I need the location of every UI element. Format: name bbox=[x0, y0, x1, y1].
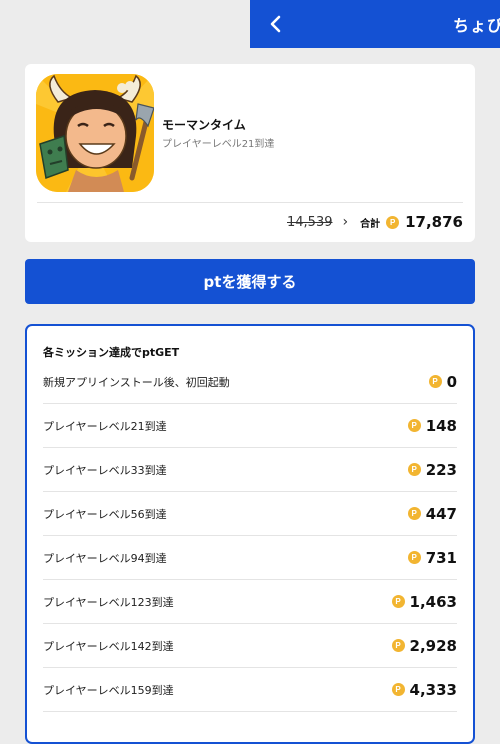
mission-points: P 223 bbox=[407, 460, 457, 479]
points-value: 0 bbox=[446, 372, 457, 391]
missions-panel: 各ミッション達成でptGET 新規アプリインストール後、初回起動 P 0 プレイ… bbox=[25, 324, 475, 744]
mission-label: プレイヤーレベル56到達 bbox=[43, 507, 167, 521]
mission-points: P 2,928 bbox=[391, 636, 457, 655]
coin-icon: P bbox=[407, 507, 421, 520]
mission-points: P 4,333 bbox=[391, 680, 457, 699]
mission-row: プレイヤーレベル159到達 P 4,333 bbox=[43, 668, 457, 712]
coin-icon: P bbox=[428, 375, 442, 388]
mission-row: プレイヤーレベル94到達 P 731 bbox=[43, 536, 457, 580]
missions-title: 各ミッション達成でptGET bbox=[43, 346, 180, 359]
arrow-right-icon: › bbox=[342, 214, 349, 230]
coin-icon: P bbox=[407, 551, 421, 564]
mission-row: プレイヤーレベル56到達 P 447 bbox=[43, 492, 457, 536]
total-points: 17,876 bbox=[405, 213, 463, 231]
mission-row: プレイヤーレベル33到達 P 223 bbox=[43, 448, 457, 492]
mission-label: プレイヤーレベル94到達 bbox=[43, 551, 167, 565]
total-label: 合計 bbox=[360, 218, 381, 230]
mission-label: 新規アプリインストール後、初回起動 bbox=[43, 375, 230, 389]
mission-points: P 731 bbox=[407, 548, 457, 567]
mission-label: プレイヤーレベル159到達 bbox=[43, 683, 174, 697]
app-icon[interactable] bbox=[36, 74, 154, 192]
coin-icon: P bbox=[407, 463, 421, 476]
app-card: モーマンタイム プレイヤーレベル21到達 14,539 › 合計 P 17,87… bbox=[25, 64, 475, 242]
get-points-button[interactable]: ptを獲得する bbox=[25, 259, 475, 304]
mission-row: プレイヤーレベル21到達 P 148 bbox=[43, 404, 457, 448]
divider bbox=[37, 202, 463, 203]
app-character-icon bbox=[36, 74, 154, 192]
points-value: 148 bbox=[425, 416, 457, 435]
mission-row: 新規アプリインストール後、初回起動 P 0 bbox=[43, 360, 457, 404]
mission-points: P 1,463 bbox=[391, 592, 457, 611]
mission-row: プレイヤーレベル142到達 P 2,928 bbox=[43, 624, 457, 668]
mission-label: プレイヤーレベル21到達 bbox=[43, 419, 167, 433]
mission-points: P 447 bbox=[407, 504, 457, 523]
mission-points: P 148 bbox=[407, 416, 457, 435]
mission-label: プレイヤーレベル123到達 bbox=[43, 595, 174, 609]
mission-row: プレイヤーレベル123到達 P 1,463 bbox=[43, 580, 457, 624]
header-title: ちょびリッチ bbox=[453, 16, 500, 35]
chevron-left-icon bbox=[270, 15, 281, 33]
points-value: 2,928 bbox=[409, 636, 457, 655]
mission-label: プレイヤーレベル33到達 bbox=[43, 463, 167, 477]
back-button[interactable] bbox=[262, 10, 290, 38]
points-value: 1,463 bbox=[409, 592, 457, 611]
mission-list: 新規アプリインストール後、初回起動 P 0 プレイヤーレベル21到達 P 148… bbox=[43, 360, 457, 712]
points-value: 4,333 bbox=[409, 680, 457, 699]
mission-points: P 0 bbox=[428, 372, 457, 391]
mission-label: プレイヤーレベル142到達 bbox=[43, 639, 174, 653]
points-value: 223 bbox=[425, 460, 457, 479]
coin-icon: P bbox=[391, 683, 405, 696]
coin-icon: P bbox=[386, 215, 400, 229]
coin-icon: P bbox=[391, 639, 405, 652]
points-summary: 14,539 › 合計 P 17,876 bbox=[287, 212, 463, 232]
old-points: 14,539 bbox=[287, 214, 333, 230]
coin-icon: P bbox=[407, 419, 421, 432]
points-value: 731 bbox=[425, 548, 457, 567]
app-name: モーマンタイム bbox=[162, 118, 246, 132]
coin-icon: P bbox=[391, 595, 405, 608]
app-header: ちょびリッチ bbox=[250, 0, 500, 48]
points-value: 447 bbox=[425, 504, 457, 523]
app-condition: プレイヤーレベル21到達 bbox=[162, 139, 275, 150]
